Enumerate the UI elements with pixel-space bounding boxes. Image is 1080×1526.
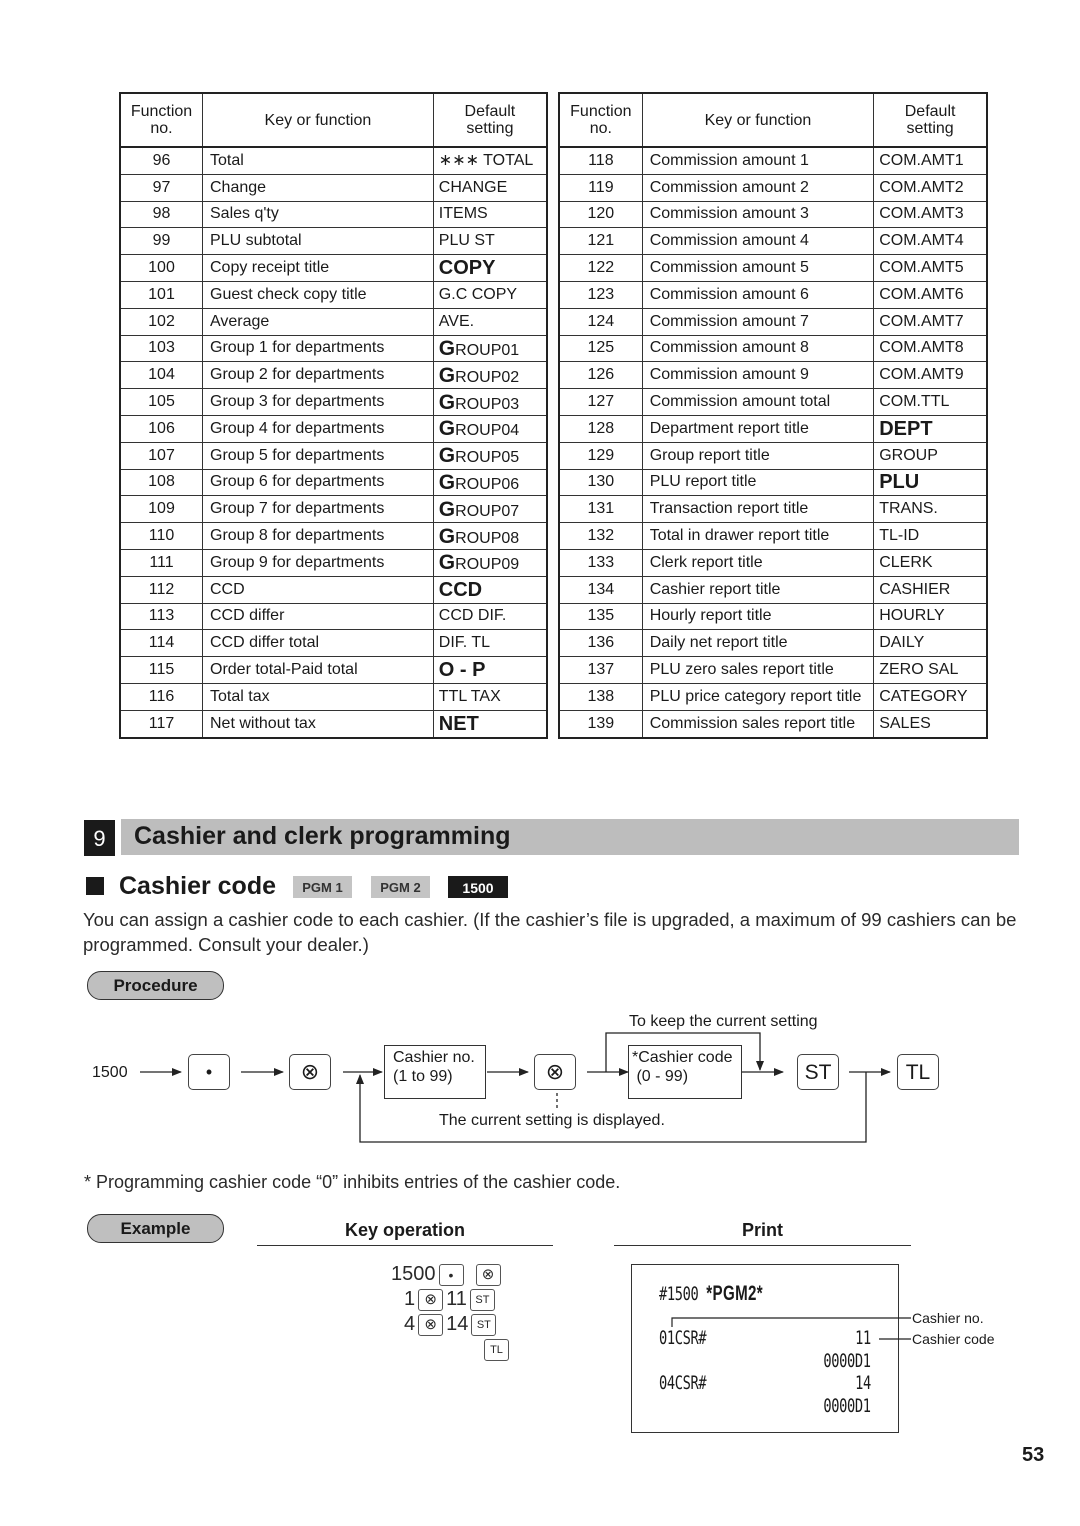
page-number: 53: [1022, 1444, 1045, 1466]
cashier-no-leader: [671, 1317, 911, 1327]
annotation-cashier-code: Cashier code: [912, 1331, 995, 1347]
receipt-annotation-lines: [671, 1317, 911, 1340]
annotation-cashier-no: Cashier no.: [912, 1310, 984, 1326]
